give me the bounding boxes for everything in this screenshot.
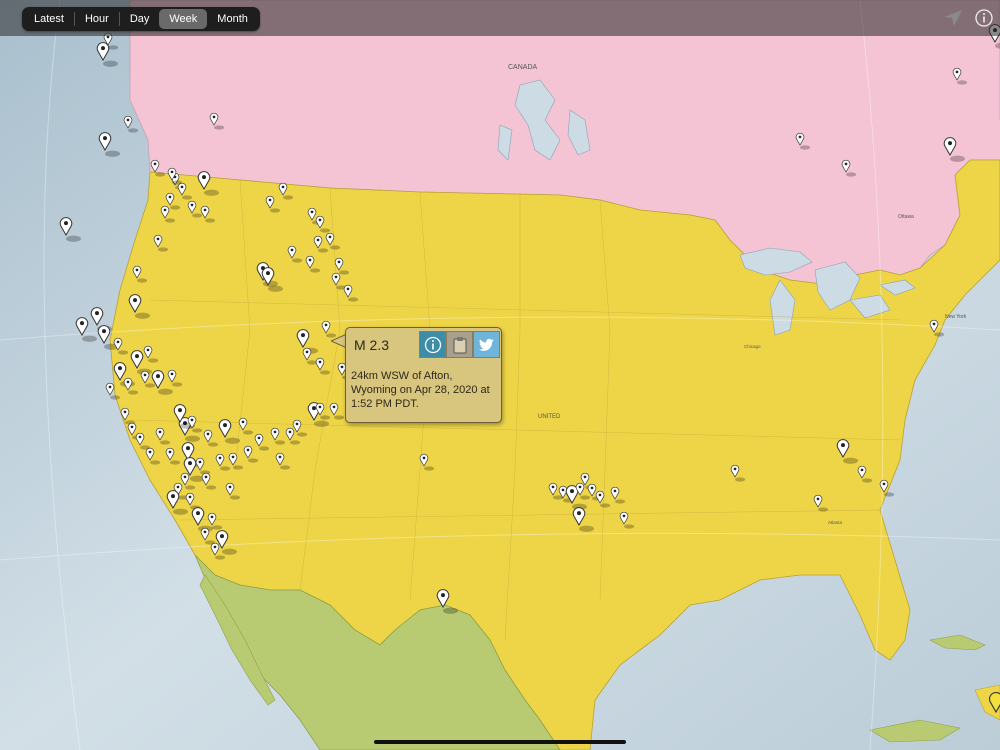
segment-hour[interactable]: Hour [75, 9, 119, 29]
callout-actions [419, 331, 500, 358]
callout-info-button[interactable] [419, 331, 446, 358]
label-new-york: New York [945, 314, 967, 320]
callout-share-button[interactable] [473, 331, 500, 358]
location-arrow-icon[interactable] [942, 8, 964, 28]
callout-description: 24km WSW of Afton, Wyoming on Apr 28, 20… [351, 370, 490, 410]
top-toolbar: Latest Hour Day Week Month [0, 0, 1000, 36]
label-atlanta: Atlanta [828, 520, 843, 525]
callout-copy-button[interactable] [446, 331, 473, 358]
twitter-bird-icon [478, 338, 494, 351]
segment-day[interactable]: Day [120, 9, 160, 29]
info-circle-icon [424, 336, 441, 353]
segment-week[interactable]: Week [159, 9, 208, 29]
info-circle-icon[interactable] [974, 8, 994, 28]
label-chicago: Chicago [744, 344, 761, 349]
label-ottawa: Ottawa [898, 214, 914, 220]
clipboard-icon [453, 336, 466, 353]
earthquake-callout: M 2.3 24km WSW of Afton, Wyoming on Apr … [345, 327, 502, 423]
segment-month[interactable]: Month [207, 9, 258, 29]
time-range-segmented-control: Latest Hour Day Week Month [22, 7, 260, 31]
callout-magnitude: M 2.3 [354, 337, 390, 353]
home-indicator [374, 740, 626, 744]
segment-latest[interactable]: Latest [24, 9, 74, 29]
label-united-states: UNITED [538, 414, 561, 420]
label-canada: CANADA [508, 64, 538, 71]
